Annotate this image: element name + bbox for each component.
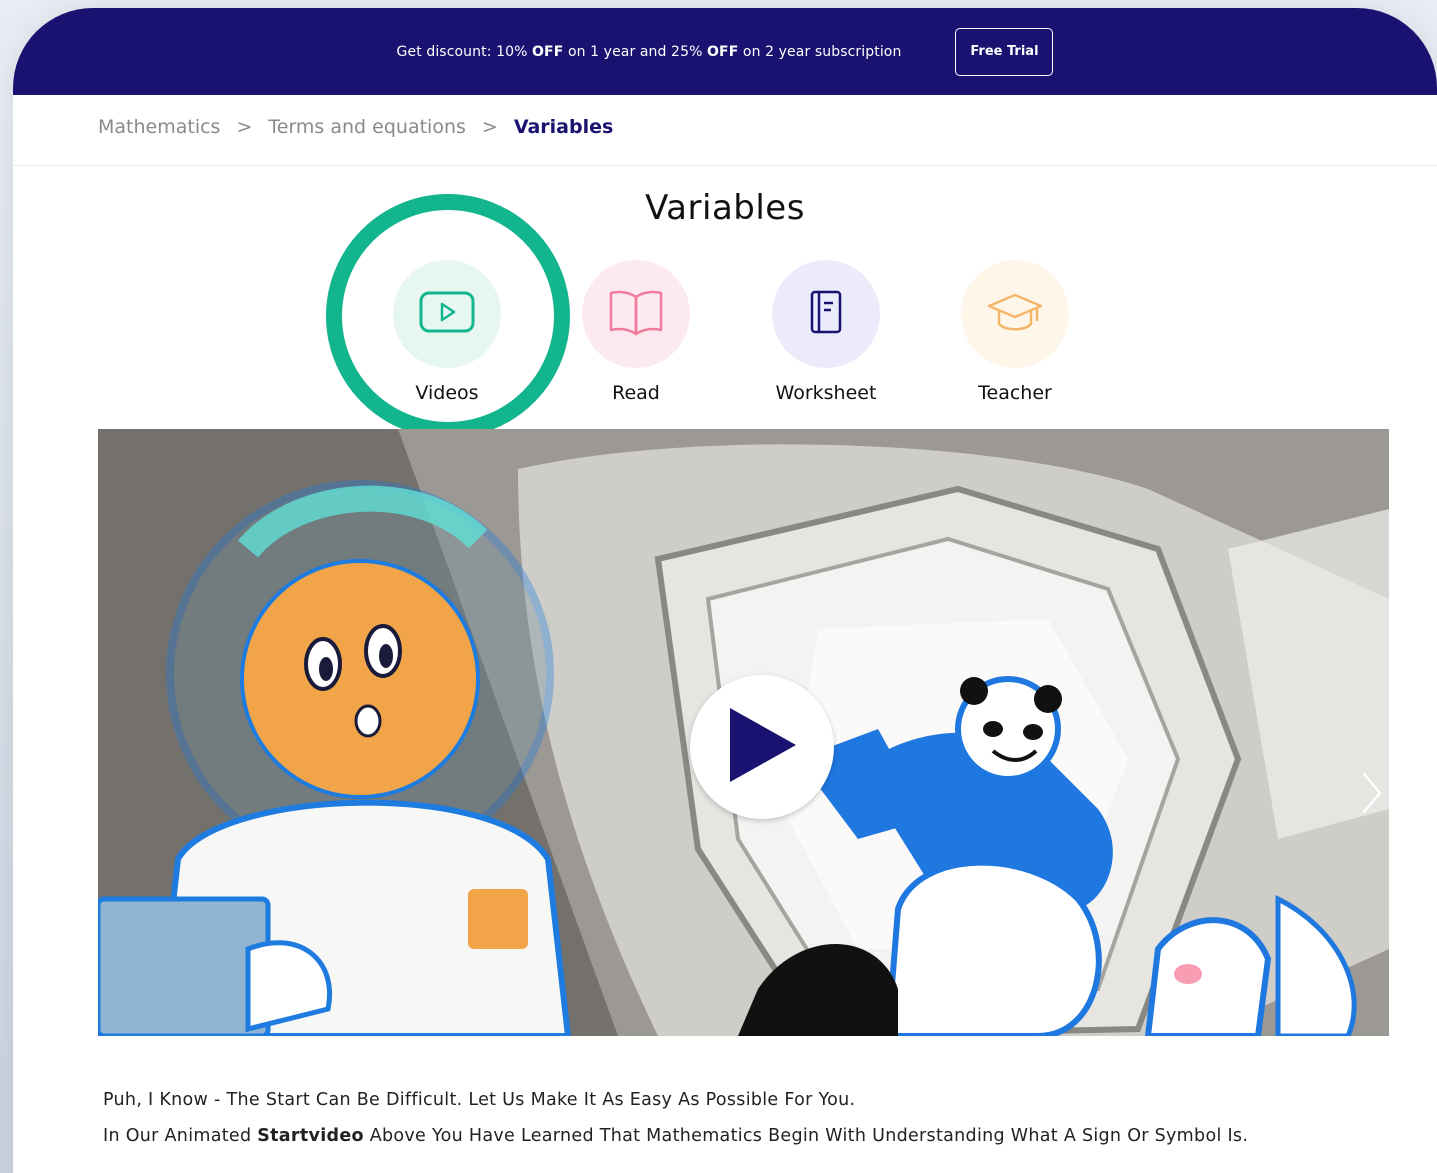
- tab-worksheet[interactable]: Worksheet: [751, 260, 901, 404]
- page-frame: Get discount: 10% OFF on 1 year and 25% …: [13, 8, 1437, 1173]
- breadcrumb-item-mathematics[interactable]: Mathematics: [98, 116, 220, 138]
- tab-teacher[interactable]: Teacher: [940, 260, 1090, 404]
- tab-read-label: Read: [612, 382, 660, 404]
- promo-banner: Get discount: 10% OFF on 1 year and 25% …: [13, 8, 1437, 95]
- breadcrumb-separator: >: [236, 116, 253, 138]
- notebook-icon: [806, 289, 846, 339]
- videos-highlight-ring: [326, 194, 570, 438]
- startvideo-emphasis: Startvideo: [257, 1126, 364, 1146]
- breadcrumb-item-terms-and-equations[interactable]: Terms and equations: [268, 116, 466, 138]
- play-icon: [724, 704, 800, 790]
- description-line-1: Puh, I Know - The Start Can Be Difficult…: [103, 1090, 856, 1110]
- promo-text: Get discount: 10% OFF on 1 year and 25% …: [396, 43, 902, 60]
- header-divider: [13, 165, 1437, 166]
- tab-read-circle: [582, 260, 690, 368]
- description-line-2: In Our Animated Startvideo Above You Hav…: [103, 1126, 1249, 1146]
- breadcrumb-item-current: Variables: [513, 116, 614, 138]
- description: Puh, I Know - The Start Can Be Difficult…: [103, 1082, 1248, 1154]
- play-button[interactable]: [690, 675, 834, 819]
- chevron-right-icon[interactable]: [1361, 771, 1383, 819]
- graduation-cap-icon: [985, 289, 1045, 339]
- free-trial-button[interactable]: Free Trial: [955, 27, 1054, 76]
- tab-teacher-circle: [961, 260, 1069, 368]
- breadcrumb: Mathematics > Terms and equations > Vari…: [98, 116, 613, 138]
- tab-read[interactable]: Read: [561, 260, 711, 404]
- tab-worksheet-label: Worksheet: [775, 382, 877, 404]
- tab-teacher-label: Teacher: [978, 382, 1052, 404]
- tab-worksheet-circle: [772, 260, 880, 368]
- video-player[interactable]: [98, 429, 1389, 1036]
- breadcrumb-separator: >: [481, 116, 498, 138]
- page-title: Variables: [645, 188, 805, 228]
- open-book-icon: [607, 288, 665, 340]
